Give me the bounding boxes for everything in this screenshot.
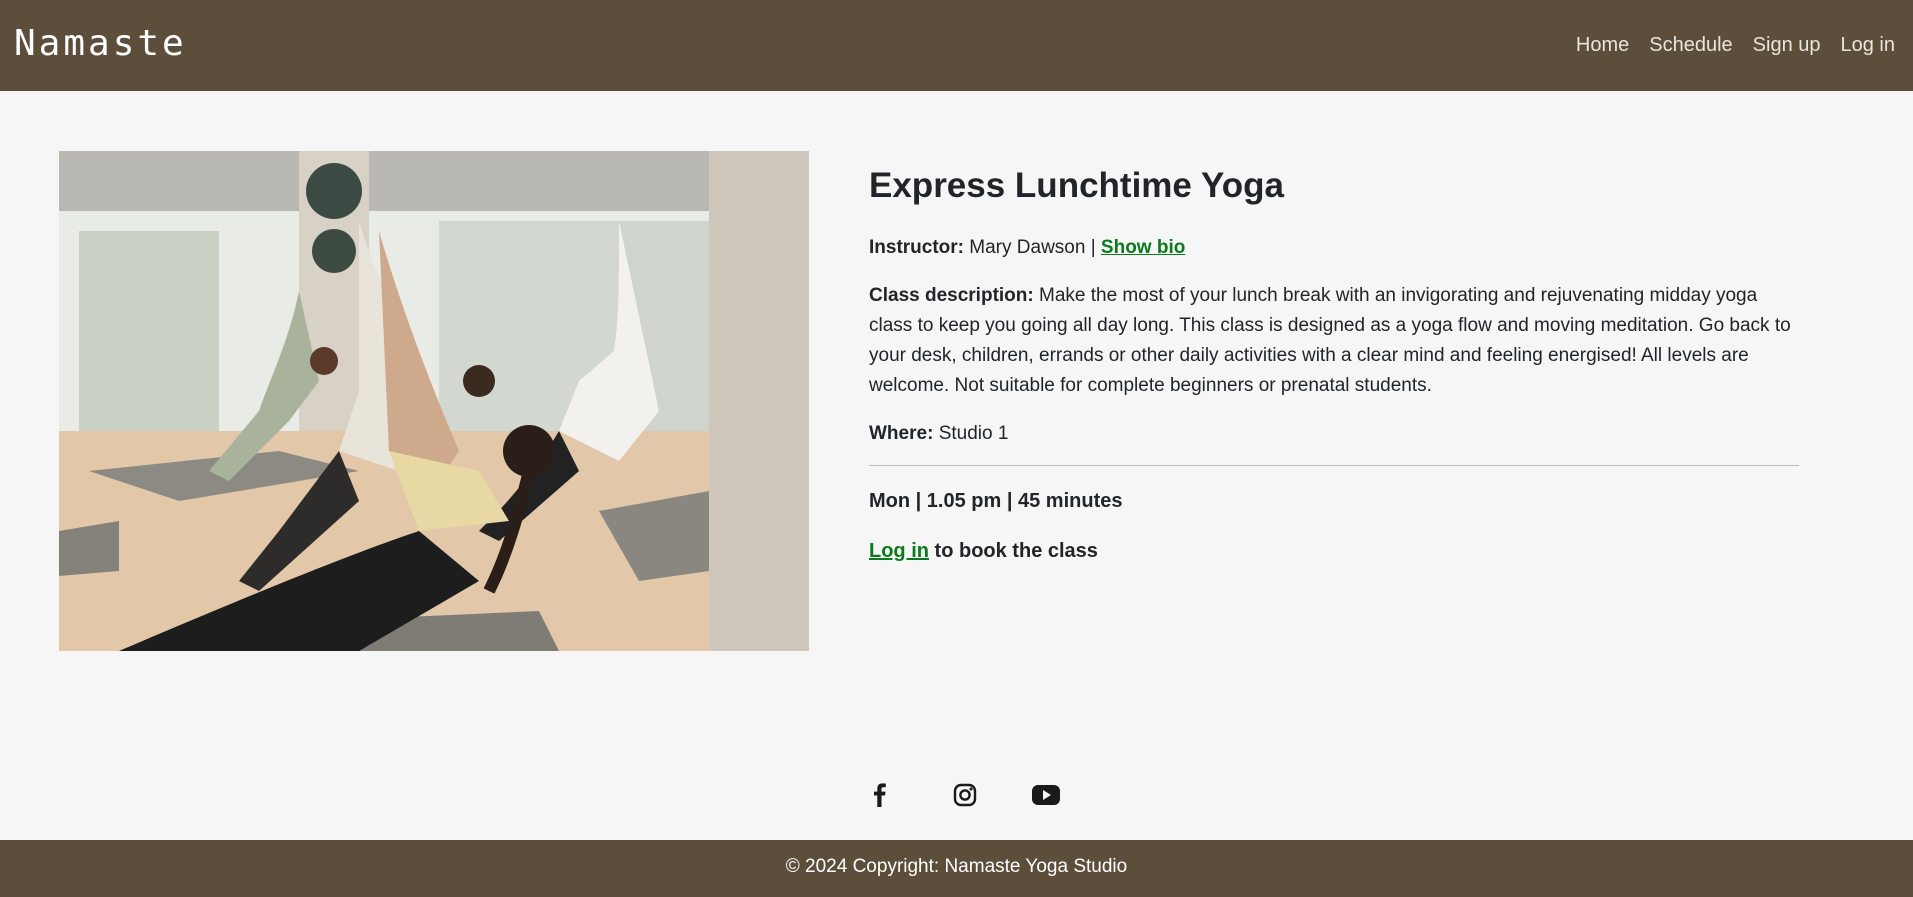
class-photo: [59, 151, 809, 651]
social-links: [864, 779, 1066, 811]
facebook-link[interactable]: [864, 779, 948, 811]
instagram-icon: [953, 783, 977, 807]
nav-home[interactable]: Home: [1576, 29, 1629, 61]
description-label: Class description:: [869, 285, 1034, 306]
instagram-link[interactable]: [948, 779, 1026, 811]
yoga-class-image: [59, 151, 809, 651]
schedule-text: Mon | 1.05 pm | 45 minutes: [869, 490, 1123, 512]
nav-login[interactable]: Log in: [1841, 29, 1896, 61]
nav-links: Home Schedule Sign up Log in: [1576, 29, 1895, 61]
divider: [869, 465, 1799, 466]
booking-text: to book the class: [934, 540, 1098, 562]
where-label: Where:: [869, 423, 934, 444]
where-row: Where: Studio 1: [869, 419, 1799, 449]
where-value: Studio 1: [938, 423, 1009, 444]
facebook-icon: [874, 783, 886, 807]
instructor-row: Instructor: Mary Dawson | Show bio: [869, 233, 1799, 263]
description-row: Class description: Make the most of your…: [869, 281, 1799, 401]
nav-schedule[interactable]: Schedule: [1649, 29, 1732, 61]
instructor-label: Instructor:: [869, 237, 964, 258]
booking-row: Log in to book the class: [869, 536, 1799, 566]
class-title: Express Lunchtime Yoga: [869, 166, 1284, 205]
youtube-link[interactable]: [1026, 779, 1066, 811]
footer: © 2024 Copyright: Namaste Yoga Studio: [0, 840, 1913, 897]
navbar: Namaste Home Schedule Sign up Log in: [0, 0, 1913, 91]
class-details: Express Lunchtime Yoga Instructor: Mary …: [869, 151, 1799, 566]
nav-signup[interactable]: Sign up: [1753, 29, 1821, 61]
show-bio-link[interactable]: Show bio: [1101, 237, 1185, 258]
copyright-text: © 2024 Copyright: Namaste Yoga Studio: [785, 856, 1128, 877]
brand-logo[interactable]: Namaste: [14, 18, 187, 70]
login-to-book-link[interactable]: Log in: [869, 540, 929, 562]
instructor-name: Mary Dawson |: [969, 237, 1096, 258]
youtube-icon: [1032, 785, 1060, 805]
